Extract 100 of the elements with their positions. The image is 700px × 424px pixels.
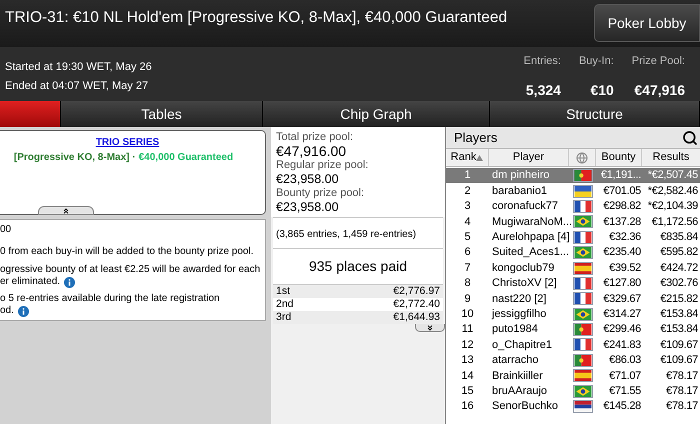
results-cell-text: €595.82 <box>659 245 699 260</box>
rank-cell-text: 14 <box>460 368 475 384</box>
flag-icon <box>572 184 592 198</box>
expand-button[interactable] <box>415 324 445 332</box>
flag-icon <box>572 292 592 306</box>
flag-icon <box>572 246 592 260</box>
rank-cell-text: 3 <box>463 199 472 214</box>
flag-icon <box>572 369 592 382</box>
prize-pool-value: €47,916.00 <box>276 144 348 158</box>
stat-value: 5,324 <box>526 80 561 100</box>
bounty-cell-text: €137.28 <box>602 214 642 230</box>
results-cell-text: *€2,104.39 <box>646 199 699 214</box>
rank-cell-text: 11 <box>460 322 474 338</box>
player-row[interactable]: 9 nast220 [2] €329.67 €215.82 <box>446 291 700 307</box>
info-icon[interactable] <box>64 276 76 288</box>
tab[interactable]: Structure <box>490 101 700 127</box>
payout-place: 2nd <box>276 296 294 312</box>
description-text: 0 from each buy-in will be added to the bounty prize pool. <box>0 246 254 258</box>
players-title: Players <box>454 128 498 147</box>
column-header[interactable]: Player <box>489 149 569 166</box>
player-name: barabanio1 <box>491 184 548 199</box>
player-name: MugiwaraNoM... <box>491 214 569 230</box>
player-name: Aurelohpapa [4] <box>491 230 569 246</box>
globe-icon[interactable] <box>576 152 588 164</box>
bounty-cell-text: €701.05 <box>602 184 642 199</box>
series-link[interactable]: TRIO SERIES <box>96 135 160 150</box>
results-cell-text: €302.76 <box>659 276 699 292</box>
rank-cell-text: 13 <box>460 353 475 368</box>
payout-place: 3rd <box>276 310 292 325</box>
results-cell-text: €109.67 <box>659 338 699 353</box>
info-icon[interactable] <box>18 306 29 316</box>
description-text: er eliminated. <box>0 276 60 288</box>
player-row[interactable]: 10 jessiggfilho €314.27 €153.84 <box>446 306 700 322</box>
description-text: od. <box>0 305 14 317</box>
prize-pool-label: Total prize pool: <box>276 130 354 144</box>
flag-icon <box>572 200 592 213</box>
rank-cell-text: 12 <box>460 338 475 353</box>
window-title: TRIO-31: €10 NL Hold'em [Progressive KO, 8-Max], €40,000 Guaranteed <box>4 8 508 28</box>
player-row[interactable]: 3 coronafuck77 €298.82 *€2,104.39 <box>446 198 700 214</box>
player-row[interactable]: 8 ChristoXV [2] €127.80 €302.76 <box>446 276 700 292</box>
results-cell-text: *€2,582.46 <box>646 184 699 199</box>
flag-icon <box>572 308 592 321</box>
player-row[interactable]: 15 bruAAraujo €71.55 €78.17 <box>446 383 700 399</box>
player-name: SenorBuchko <box>491 399 560 414</box>
rank-cell-text: 8 <box>463 276 472 292</box>
bounty-cell-text: €39.52 <box>608 260 642 276</box>
column-header[interactable]: Bounty <box>596 149 642 166</box>
bounty-cell-text: €329.67 <box>602 292 642 307</box>
player-name: jessiggfilho <box>490 306 548 322</box>
tab[interactable]: Chip Graph <box>263 101 490 127</box>
player-row[interactable]: 1 dm pinheiro €1,191... *€2,507.45 <box>446 168 700 184</box>
results-cell-text: €109.67 <box>659 353 699 368</box>
bounty-cell-text: €1,191... <box>600 168 642 184</box>
prize-pool-label: Regular prize pool: <box>276 158 370 172</box>
flag-icon <box>572 215 592 228</box>
stat-value: €10 <box>590 80 614 100</box>
player-name: puto1984 <box>491 322 539 338</box>
results-cell-text: €153.84 <box>659 322 699 338</box>
tab[interactable]: Tables <box>61 101 263 127</box>
player-name: coronafuck77 <box>491 199 560 214</box>
search-icon[interactable] <box>682 130 698 146</box>
bounty-cell-text: €71.55 <box>608 384 642 399</box>
player-row[interactable]: 4 MugiwaraNoM... €137.28 €1,172.56 <box>446 214 700 230</box>
player-row[interactable]: 7 kongoclub79 €39.52 €424.72 <box>446 260 700 276</box>
player-name: dm pinheiro <box>491 168 550 184</box>
rank-cell-text: 10 <box>460 306 475 322</box>
collapse-button[interactable] <box>38 206 94 215</box>
player-row[interactable]: 6 Suited_Aces1... €235.40 €595.82 <box>446 244 700 260</box>
player-row[interactable]: 5 Aurelohpapa [4] €32.36 €835.84 <box>446 230 700 245</box>
stat-label: Entries: <box>524 54 561 69</box>
player-row[interactable]: 12 o_Chapitre1 €241.83 €109.67 <box>446 337 700 353</box>
column-header[interactable]: Results <box>642 149 700 166</box>
description-text: 00 <box>0 224 12 236</box>
end-time: Ended at 04:07 WET, May 27 <box>5 78 150 94</box>
player-name: kongoclub79 <box>491 260 556 276</box>
flag-icon <box>572 338 592 352</box>
player-row[interactable]: 16 SenorBuchko €145.28 €78.17 <box>446 398 700 414</box>
stat-label: Prize Pool: <box>632 54 685 69</box>
poker-lobby-button[interactable]: Poker Lobby <box>594 4 700 42</box>
description-text: ogressive bounty of at least €2.25 will be awarded for each <box>0 264 260 276</box>
bounty-cell-text: €32.36 <box>608 230 642 246</box>
rank-cell-text: 2 <box>463 184 472 199</box>
player-name: nast220 [2] <box>491 292 548 307</box>
rank-cell-text: 15 <box>460 384 475 399</box>
bounty-cell-text: €127.80 <box>602 276 642 292</box>
flag-icon <box>572 169 592 182</box>
rank-cell-text: 5 <box>463 230 472 246</box>
column-header[interactable]: Rank <box>446 149 489 166</box>
player-row[interactable]: 13 atarracho €86.03 €109.67 <box>446 352 700 368</box>
rank-cell-text: 9 <box>463 292 472 307</box>
player-name: o_Chapitre1 <box>491 338 553 353</box>
player-name: bruAAraujo <box>491 384 548 399</box>
player-row[interactable]: 2 barabanio1 €701.05 *€2,582.46 <box>446 183 700 199</box>
bounty-cell-text: €241.83 <box>602 338 642 353</box>
player-name: Suited_Aces1... <box>491 245 569 260</box>
player-row[interactable]: 11 puto1984 €299.46 €153.84 <box>446 322 700 338</box>
results-cell-text: €78.17 <box>665 368 699 384</box>
player-name: Brainkiiller <box>491 368 544 384</box>
player-row[interactable]: 14 Brainkiiller €71.07 €78.17 <box>446 368 700 384</box>
results-cell-text: *€2,507.45 <box>646 168 699 184</box>
